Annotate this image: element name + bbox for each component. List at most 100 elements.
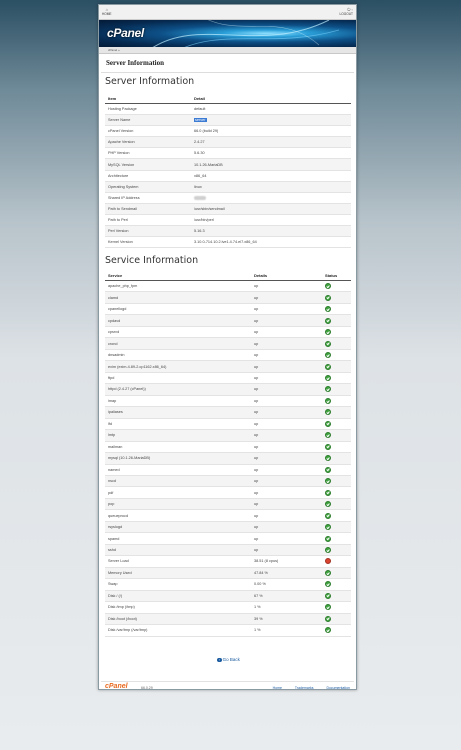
service-details: up xyxy=(251,452,322,465)
go-back-link[interactable]: ‹ Go Back xyxy=(99,657,358,663)
status-ok-icon xyxy=(325,604,331,611)
cpanel-logo[interactable]: cPanel xyxy=(107,26,144,40)
service-row: Disk / (/) 67 % xyxy=(105,590,351,603)
service-row: exim (exim-4.89-2.cp1162.x86_64) up xyxy=(105,360,351,373)
service-status xyxy=(322,406,351,419)
service-row: Disk /tmp (/tmp) 1 % xyxy=(105,601,351,614)
service-row: spamd up xyxy=(105,532,351,545)
service-name: pdf xyxy=(105,486,251,499)
service-name: apache_php_fpm xyxy=(105,280,251,293)
service-row: nscd up xyxy=(105,475,351,488)
top-bar: ⌂ HOME ⏻ ▫ LOGOUT xyxy=(99,5,356,20)
server-info-detail-value: server xyxy=(194,118,207,123)
service-details: 0.00 % xyxy=(251,578,322,591)
status-ok-icon xyxy=(325,512,331,519)
service-status xyxy=(322,601,351,614)
server-info-detail-value: 5.16.3 xyxy=(194,229,205,234)
footer-link-home[interactable]: Home xyxy=(273,686,282,690)
status-ok-icon xyxy=(325,592,331,599)
footer-link-documentation[interactable]: Documentation xyxy=(326,686,350,690)
server-info-row: Kernel Version 3.10.0-714.10.2.lve1.4.74.… xyxy=(105,236,351,249)
status-ok-icon xyxy=(325,329,331,336)
service-details: up xyxy=(251,441,322,454)
service-details: up xyxy=(251,486,322,499)
status-ok-icon xyxy=(325,317,331,324)
breadcrumb-bar: cPanel » xyxy=(99,47,356,54)
service-details: up xyxy=(251,475,322,488)
logout-link[interactable]: ⏻ ▫ LOGOUT xyxy=(340,8,353,17)
service-status xyxy=(322,383,351,396)
server-info-detail: 0.0.0.0 xyxy=(191,192,351,204)
service-status xyxy=(322,452,351,465)
service-name: lmtp xyxy=(105,429,251,442)
service-details: up xyxy=(251,349,322,362)
service-name: dnsadmin xyxy=(105,349,251,362)
service-name: Server Load xyxy=(105,555,251,568)
status-ok-icon xyxy=(325,627,331,634)
status-ok-icon xyxy=(325,374,331,381)
service-details: up xyxy=(251,291,322,304)
service-name: pop xyxy=(105,498,251,511)
cpanel-window: ⌂ HOME ⏻ ▫ LOGOUT cPanel cPanel » Server… xyxy=(98,4,357,690)
service-row: Disk /boot (/boot) 39 % xyxy=(105,613,351,626)
service-row: pop up xyxy=(105,498,351,511)
server-info-row: PHP Version 5.6.30 xyxy=(105,147,351,160)
service-row: rsyslogd up xyxy=(105,521,351,534)
server-info-item: Server Name xyxy=(105,114,191,127)
service-info-heading: Service Information xyxy=(105,255,199,266)
service-row: pdf up xyxy=(105,486,351,499)
service-details: 1 % xyxy=(251,601,322,614)
server-info-item: Path to Perl xyxy=(105,214,191,227)
service-status xyxy=(322,567,351,580)
server-info-detail-value: default xyxy=(194,107,206,112)
server-info-detail-value: 10.1.26-MariaDB xyxy=(194,162,223,167)
service-info-col-details: Details xyxy=(251,270,322,281)
server-info-item: Hosting Package xyxy=(105,103,191,116)
service-status xyxy=(322,314,351,327)
service-details: up xyxy=(251,280,322,293)
status-ok-icon xyxy=(325,547,331,554)
service-status xyxy=(322,578,351,591)
server-info-detail: x86_64 xyxy=(191,170,351,182)
service-status xyxy=(322,303,351,316)
status-ok-icon xyxy=(325,455,331,462)
service-name: crond xyxy=(105,337,251,350)
status-ok-icon xyxy=(325,340,331,347)
server-info-item: Architecture xyxy=(105,170,191,182)
server-info-detail-value: x86_64 xyxy=(194,173,207,178)
service-info-col-service: Service xyxy=(105,270,251,281)
service-name: sshd xyxy=(105,544,251,557)
service-status xyxy=(322,532,351,545)
cpanel-banner: cPanel xyxy=(99,20,356,47)
server-info-item: PHP Version xyxy=(105,147,191,160)
status-ok-icon xyxy=(325,501,331,508)
server-info-detail: /usr/sbin/sendmail xyxy=(191,203,351,215)
server-info-detail: server xyxy=(191,114,351,127)
service-row: named up xyxy=(105,464,351,476)
footer-cpanel-logo[interactable]: cPanel xyxy=(105,683,128,690)
service-details: up xyxy=(251,372,322,385)
server-info-detail: 66.0 (build 29) xyxy=(191,125,351,138)
service-details: up xyxy=(251,337,322,350)
server-info-row: cPanel Version 66.0 (build 29) xyxy=(105,125,351,138)
server-info-item: Perl Version xyxy=(105,225,191,238)
server-info-detail: 5.16.3 xyxy=(191,225,351,238)
server-info-item: cPanel Version xyxy=(105,125,191,138)
server-info-row: Shared IP Address0.0.0.0 xyxy=(105,192,351,204)
status-ok-icon xyxy=(325,397,331,404)
service-row: mailman up xyxy=(105,441,351,454)
status-ok-icon xyxy=(325,409,331,416)
breadcrumb[interactable]: cPanel » xyxy=(108,48,120,52)
home-link[interactable]: ⌂ HOME xyxy=(102,8,112,17)
service-status xyxy=(322,590,351,603)
service-status xyxy=(322,395,351,408)
server-info-detail-value: 5.6.30 xyxy=(194,151,205,156)
footer-link-trademarks[interactable]: Trademarks xyxy=(295,686,314,690)
service-details: up xyxy=(251,303,322,316)
server-info-item: Apache Version xyxy=(105,136,191,149)
server-info-detail-value: 0.0.0.0 xyxy=(194,195,206,200)
service-status xyxy=(322,555,351,568)
banner-swirl-graphic xyxy=(153,20,339,47)
service-status xyxy=(322,291,351,304)
service-details: 1 % xyxy=(251,624,322,637)
